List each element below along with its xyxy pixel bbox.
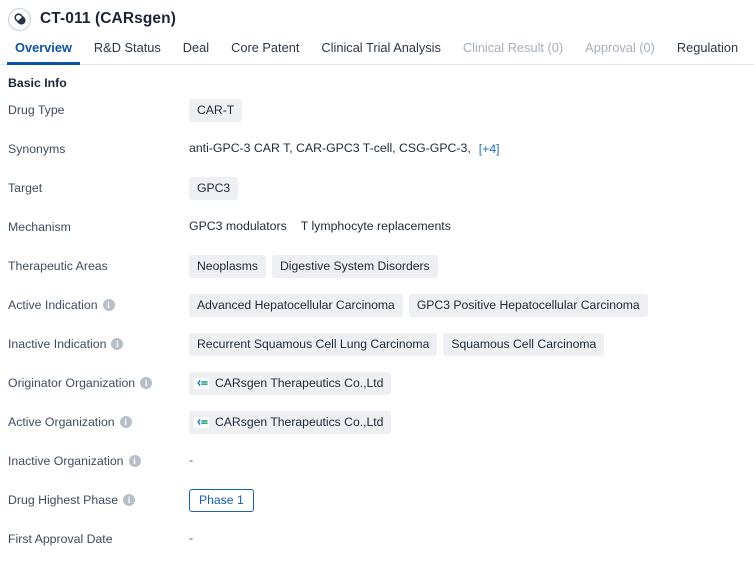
row-mechanism: Mechanism GPC3 modulators T lymphocyte r… [8,211,754,250]
row-inactive-organization: Inactive Organization i - [8,445,754,484]
empty-value: - [189,530,194,545]
chip-inactive-indication[interactable]: Recurrent Squamous Cell Lung Carcinoma [189,333,438,357]
label-drug-highest-phase: Drug Highest Phase i [8,484,189,508]
row-synonyms: Synonyms anti-GPC-3 CAR T, CAR-GPC3 T-ce… [8,133,754,172]
row-target: Target GPC3 [8,172,754,211]
value-originator-organization: CARsgen Therapeutics Co.,Ltd [189,367,754,396]
section-title-basic-info: Basic Info [8,76,67,90]
info-icon[interactable]: i [123,494,136,507]
value-drug-type: CAR-T [189,94,754,123]
tab-overview[interactable]: Overview [4,41,83,65]
organization-name: CARsgen Therapeutics Co.,Ltd [215,415,384,429]
tab-regulation[interactable]: Regulation [666,41,749,64]
chip-target[interactable]: GPC3 [189,177,239,201]
organization-name: CARsgen Therapeutics Co.,Ltd [215,376,384,390]
label-active-organization: Active Organization i [8,406,189,430]
chip-therapeutic-area[interactable]: Digestive System Disorders [271,255,438,279]
phase-badge[interactable]: Phase 1 [189,489,254,513]
label-originator-organization: Originator Organization i [8,367,189,391]
chip-inactive-indication[interactable]: Squamous Cell Carcinoma [443,333,605,357]
label-synonyms: Synonyms [8,133,189,157]
chip-active-indication[interactable]: GPC3 Positive Hepatocellular Carcinoma [408,294,648,318]
tab-bar: Overview R&D Status Deal Core Patent Cli… [0,32,754,65]
label-drug-type: Drug Type [8,94,189,118]
chip-active-indication[interactable]: Advanced Hepatocellular Carcinoma [189,294,403,318]
empty-value: - [189,452,194,467]
label-mechanism: Mechanism [8,211,189,235]
value-synonyms: anti-GPC-3 CAR T, CAR-GPC3 T-cell, CSG-G… [189,133,754,159]
synonyms-more-link[interactable]: [+4] [479,142,500,156]
chip-therapeutic-area[interactable]: Neoplasms [189,255,266,279]
page-title: CT-011 (CARsgen) [40,10,176,27]
label-inactive-organization: Inactive Organization i [8,445,189,469]
tab-core-patent[interactable]: Core Patent [220,41,310,64]
label-therapeutic-areas: Therapeutic Areas [8,250,189,274]
info-icon[interactable]: i [111,338,124,351]
mechanism-item: T lymphocyte replacements [300,218,451,233]
info-icon[interactable]: i [128,455,141,468]
tab-approval: Approval (0) [585,40,655,56]
row-inactive-indication: Inactive Indication i Recurrent Squamous… [8,328,754,367]
value-target: GPC3 [189,172,754,201]
value-mechanism: GPC3 modulators T lymphocyte replacement… [189,211,754,237]
label-text: Active Indication [8,298,98,312]
label-text: Synonyms [8,142,66,156]
info-icon[interactable]: i [119,416,132,429]
mechanism-item: GPC3 modulators [189,218,287,233]
value-inactive-organization: - [189,445,754,471]
tab-clinical-trial-analysis[interactable]: Clinical Trial Analysis [310,41,451,64]
chip-active-organization[interactable]: CARsgen Therapeutics Co.,Ltd [189,411,392,435]
label-text: Originator Organization [8,376,136,390]
company-logo-icon [194,416,209,428]
basic-info-table: Drug Type CAR-T Synonyms anti-GPC-3 CAR … [0,94,754,562]
row-first-approval-date: First Approval Date - [8,523,754,562]
value-active-indication: Advanced Hepatocellular Carcinoma GPC3 P… [189,289,754,318]
chip-originator-organization[interactable]: CARsgen Therapeutics Co.,Ltd [189,372,392,396]
synonyms-text: anti-GPC-3 CAR T, CAR-GPC3 T-cell, CSG-G… [189,140,471,155]
tab-deal[interactable]: Deal [172,41,220,64]
pill-capsule-icon [8,7,31,31]
chip-drug-type[interactable]: CAR-T [189,99,243,123]
page-header: CT-011 (CARsgen) [0,0,754,32]
row-active-organization: Active Organization i CARsgen Therapeuti… [8,406,754,445]
tab-rd-status[interactable]: R&D Status [83,41,172,64]
row-active-indication: Active Indication i Advanced Hepatocellu… [8,289,754,328]
info-icon[interactable]: i [102,299,115,312]
value-first-approval-date: - [189,523,754,549]
label-text: Target [8,181,43,195]
company-logo-icon [194,377,209,389]
label-first-approval-date: First Approval Date [8,523,189,547]
value-drug-highest-phase: Phase 1 [189,484,754,513]
row-drug-highest-phase: Drug Highest Phase i Phase 1 [8,484,754,523]
label-target: Target [8,172,189,196]
value-active-organization: CARsgen Therapeutics Co.,Ltd [189,406,754,435]
label-text: Drug Highest Phase [8,493,119,507]
row-drug-type: Drug Type CAR-T [8,94,754,133]
label-text: Active Organization [8,415,115,429]
label-text: Mechanism [8,220,71,234]
label-text: Drug Type [8,103,65,117]
label-text: Therapeutic Areas [8,259,108,273]
row-originator-organization: Originator Organization i CARsgen Therap… [8,367,754,406]
label-text: Inactive Indication [8,337,107,351]
row-therapeutic-areas: Therapeutic Areas Neoplasms Digestive Sy… [8,250,754,289]
value-therapeutic-areas: Neoplasms Digestive System Disorders [189,250,754,279]
label-text: Inactive Organization [8,454,124,468]
label-text: First Approval Date [8,532,113,546]
label-inactive-indication: Inactive Indication i [8,328,189,352]
tab-clinical-result: Clinical Result (0) [462,40,564,56]
label-active-indication: Active Indication i [8,289,189,313]
value-inactive-indication: Recurrent Squamous Cell Lung Carcinoma S… [189,328,754,357]
info-icon[interactable]: i [140,377,153,390]
